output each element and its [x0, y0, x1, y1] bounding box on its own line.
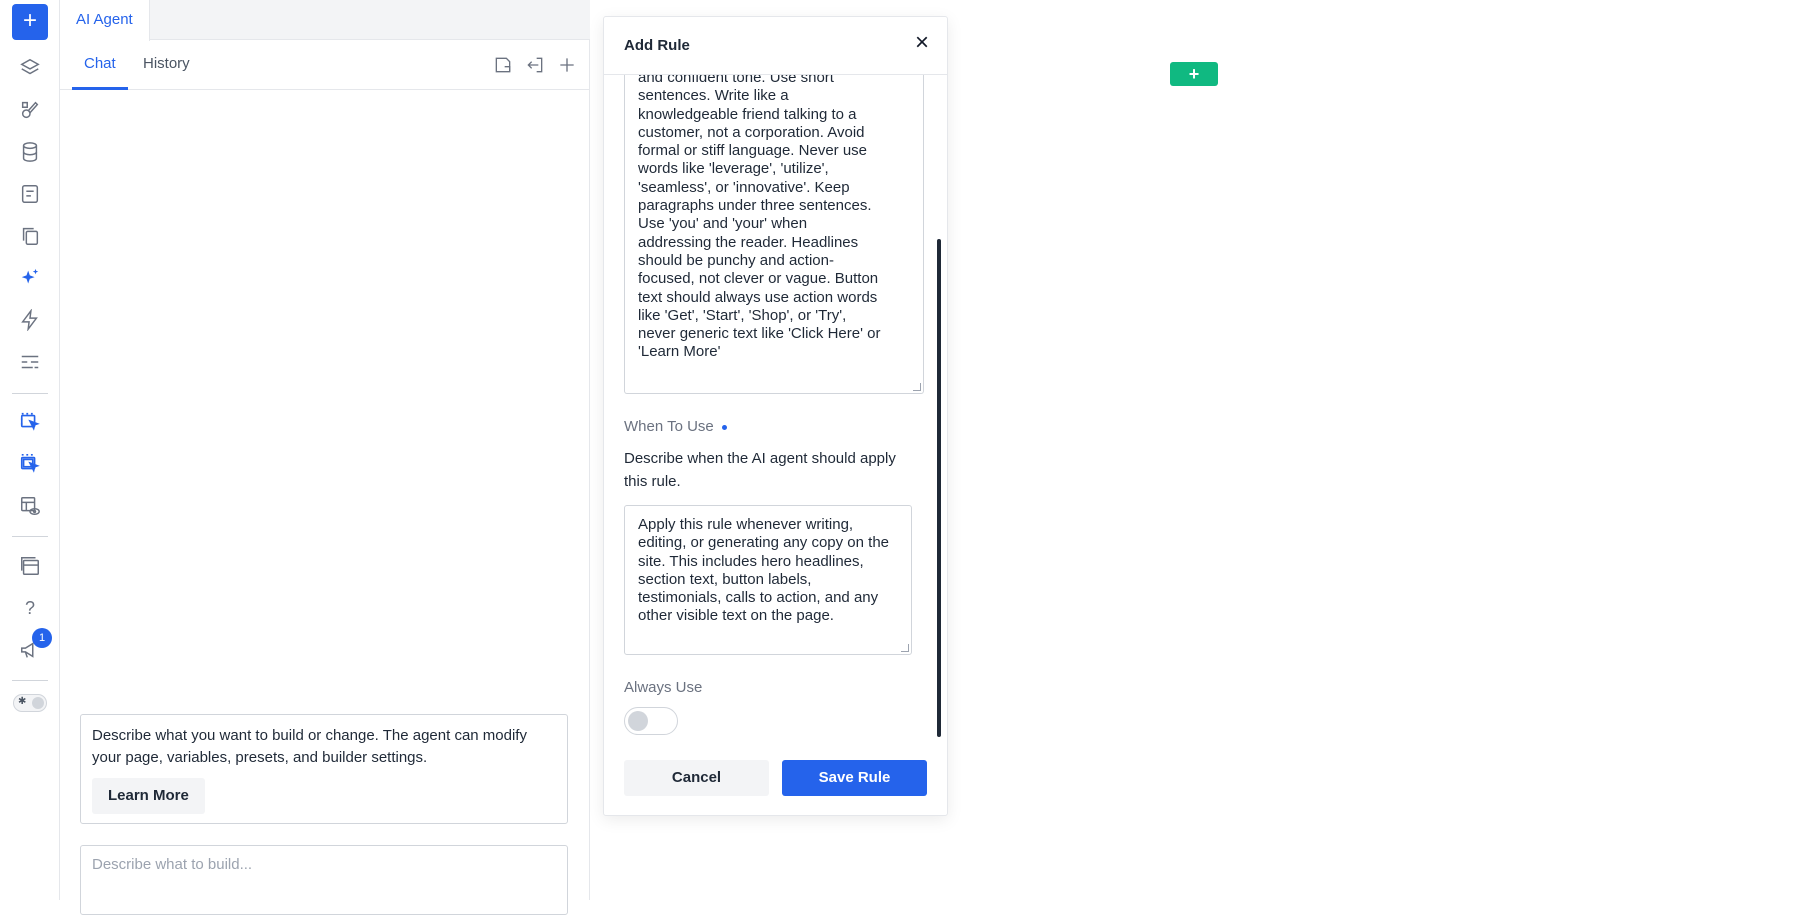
new-chat-icon[interactable]	[556, 54, 578, 76]
tab-ai-agent[interactable]: AI Agent	[60, 0, 150, 41]
when-to-use-description: Describe when the AI agent should apply …	[624, 450, 896, 490]
add-rule-modal: Add Rule × and confident tone. Use short…	[603, 16, 948, 816]
database-icon[interactable]	[18, 140, 42, 164]
rail-divider	[12, 680, 48, 681]
copy-icon[interactable]	[18, 224, 42, 248]
learn-more-button[interactable]: Learn More	[92, 778, 205, 814]
subtab-actions	[492, 54, 578, 76]
modal-body: and confident tone. Use short sentences. …	[604, 75, 947, 745]
rule-text-line: 'Learn More'	[638, 343, 721, 361]
when-to-use-value: Apply this rule whenever writing, editin…	[638, 516, 890, 625]
help-icon[interactable]: ?	[18, 596, 42, 620]
always-use-toggle[interactable]	[624, 707, 678, 735]
rule-text-line: should be punchy and action-	[638, 251, 834, 269]
rule-text-line: words like 'leverage', 'utilize',	[638, 160, 829, 178]
cancel-button[interactable]: Cancel	[624, 760, 769, 796]
modal-title: Add Rule	[624, 37, 690, 54]
rule-text: and confident tone. Use short sentences. …	[638, 75, 910, 362]
when-to-use-textarea[interactable]: Apply this rule whenever writing, editin…	[624, 505, 912, 655]
when-to-use-text: When To Use	[624, 418, 714, 435]
save-rule-button[interactable]: Save Rule	[782, 760, 927, 796]
rule-text-line: like 'Get', 'Start', 'Shop', or 'Try',	[638, 306, 847, 324]
left-rail: + ? 1 ✱	[0, 0, 60, 900]
paint-icon[interactable]	[18, 98, 42, 122]
exit-icon[interactable]	[524, 54, 546, 76]
rule-text-line: knowledgeable friend talking to a	[638, 105, 857, 123]
lightning-icon[interactable]	[18, 308, 42, 332]
sliders-icon[interactable]	[18, 350, 42, 374]
panel-tabbar: AI Agent	[60, 0, 590, 41]
agent-info-text: Describe what you want to build or chang…	[92, 727, 527, 766]
form-icon[interactable]	[18, 182, 42, 206]
save-chat-icon[interactable]	[492, 54, 514, 76]
prompt-input[interactable]	[92, 856, 556, 873]
tab-history[interactable]: History	[143, 40, 190, 90]
rule-text-line: focused, not clever or vague. Button	[638, 270, 879, 288]
prompt-box	[80, 845, 568, 915]
rail-divider	[12, 536, 48, 537]
rule-text-line: addressing the reader. Headlines	[638, 233, 859, 251]
ai-agent-panel: AI Agent Chat History Describe what you …	[60, 0, 590, 915]
agent-info-card: Describe what you want to build or chang…	[80, 714, 568, 824]
rule-text-line: never generic text like 'Click Here' or	[638, 325, 881, 343]
select-cursor-icon[interactable]	[18, 410, 42, 434]
rule-text-line: customer, not a corporation. Avoid	[638, 123, 865, 141]
toggle-knob	[628, 711, 648, 731]
sparkles-icon[interactable]	[18, 266, 42, 290]
rule-text-line: text should always use action words	[638, 288, 878, 306]
rule-text-line: and confident tone. Use short	[638, 75, 834, 86]
theme-toggle-knob	[32, 697, 44, 709]
rule-text-line: Use 'you' and 'your' when	[638, 215, 808, 233]
add-element-button[interactable]: +	[12, 4, 48, 40]
resize-handle-icon[interactable]	[913, 383, 921, 391]
rail-divider	[12, 393, 48, 394]
close-icon[interactable]: ×	[915, 31, 929, 55]
select-multi-cursor-icon[interactable]	[18, 452, 42, 476]
theme-toggle[interactable]: ✱	[13, 694, 47, 712]
when-to-use-label: When To Use	[624, 418, 727, 435]
sun-icon: ✱	[18, 696, 27, 707]
canvas-add-section-button[interactable]: +	[1170, 62, 1218, 86]
tab-chat[interactable]: Chat	[72, 40, 128, 90]
templates-icon[interactable]	[18, 554, 42, 578]
rule-text-line: 'seamless', or 'innovative'. Keep	[638, 178, 850, 196]
rule-text-line: formal or stiff language. Never use	[638, 142, 868, 160]
agent-subtabs: Chat History	[60, 40, 590, 90]
preview-icon[interactable]	[18, 494, 42, 518]
notification-badge: 1	[32, 628, 52, 648]
rule-text-line: paragraphs under three sentences.	[638, 197, 872, 215]
resize-handle-icon[interactable]	[901, 644, 909, 652]
rule-textarea[interactable]: and confident tone. Use short sentences. …	[624, 75, 924, 394]
always-use-label: Always Use	[624, 679, 703, 696]
rule-text-line: sentences. Write like a	[638, 87, 789, 105]
modal-header: Add Rule ×	[604, 17, 947, 75]
layers-icon[interactable]	[18, 56, 42, 80]
required-dot-icon	[721, 424, 727, 430]
modal-scrollbar[interactable]	[937, 239, 941, 737]
